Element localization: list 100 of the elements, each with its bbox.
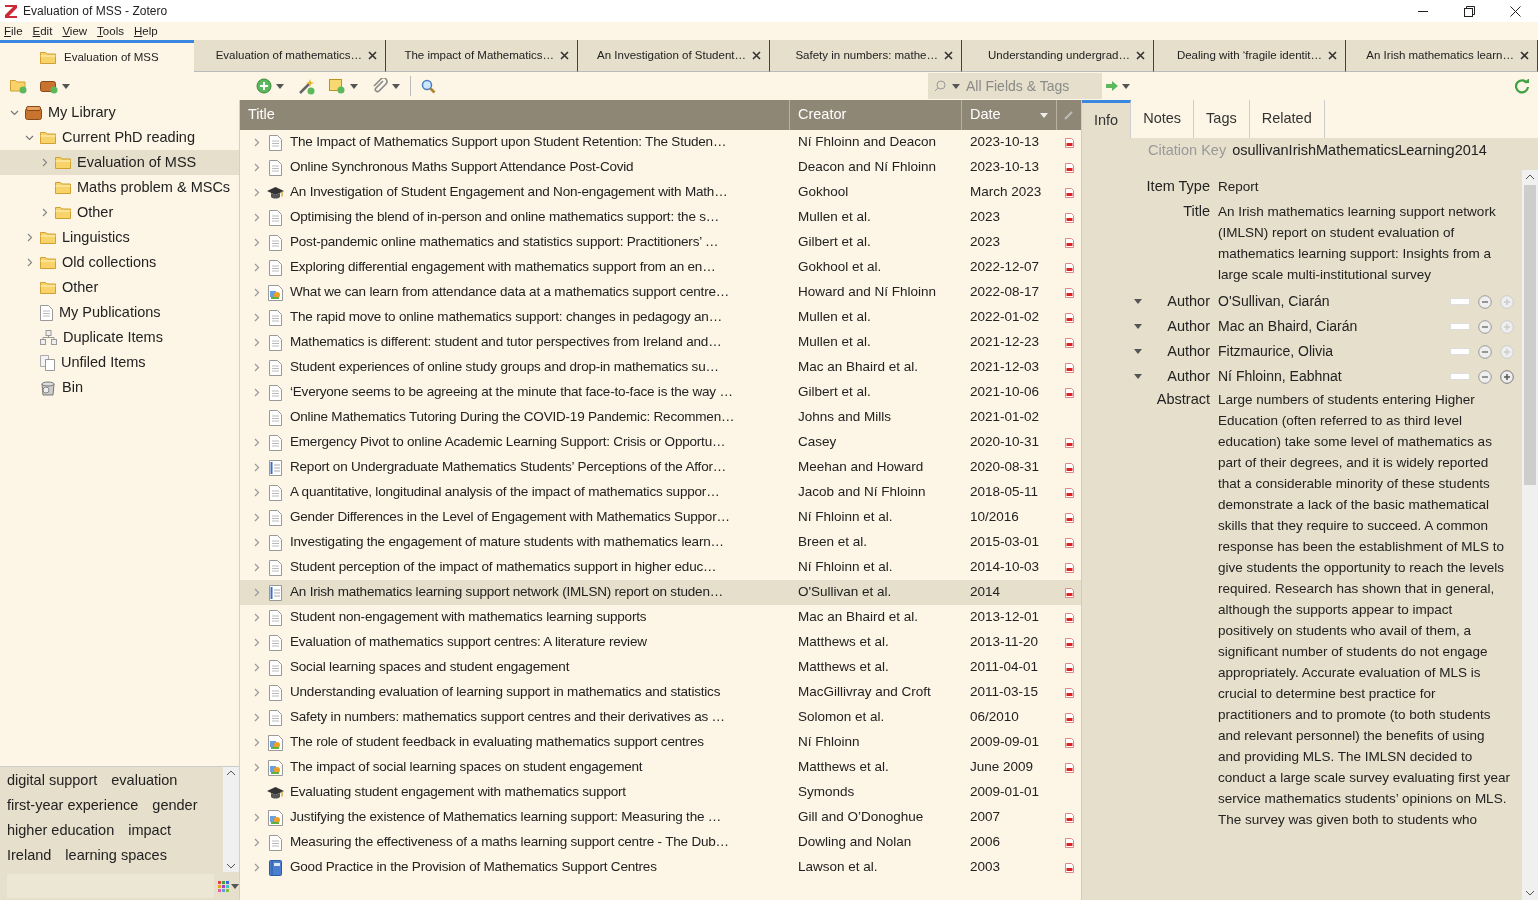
field-label[interactable]: Author [1167, 315, 1210, 338]
expand-chevron-icon[interactable] [252, 313, 261, 322]
expand-chevron-icon[interactable] [25, 233, 34, 242]
item-row[interactable]: Evaluating student engagement with mathematics support Symonds 2009-01-01 [240, 780, 1081, 805]
item-row[interactable]: Good Practice in the Provision of Mathematics Support Centres Lawson et al. 2003 [240, 855, 1081, 880]
pdf-icon[interactable] [1064, 587, 1074, 598]
item-row[interactable]: An Irish mathematics learning support network (IMLSN) report on studen… O'Sullivan et al. 2014 [240, 580, 1081, 605]
search-field[interactable]: All Fields & Tags [966, 75, 1086, 97]
tab[interactable]: Understanding undergrad… [962, 40, 1154, 72]
tag-item[interactable]: digital support [7, 768, 98, 793]
tab[interactable]: The impact of Mathematics… [386, 40, 578, 72]
item-row[interactable]: The impact of social learning spaces on student engagement Matthews et al. June 2009 [240, 755, 1081, 780]
expand-chevron-icon[interactable] [252, 663, 261, 672]
expand-chevron-icon[interactable] [252, 188, 261, 197]
tab[interactable]: Safety in numbers: mathe… [770, 40, 962, 72]
pdf-icon[interactable] [1064, 512, 1074, 523]
expand-chevron-icon[interactable] [40, 208, 49, 217]
expand-chevron-icon[interactable] [252, 463, 261, 472]
tag-item[interactable]: first-year experience [7, 793, 139, 818]
item-row[interactable]: Safety in numbers: mathematics support centres and their derivatives as … Solomon et al. 06/2010 [240, 705, 1081, 730]
item-row[interactable]: Evaluation of mathematics support centres: A literature review Matthews et al. 2013-11-20 [240, 630, 1081, 655]
close-tab-icon[interactable] [944, 51, 953, 60]
pdf-icon[interactable] [1064, 237, 1074, 248]
close-tab-icon[interactable] [1520, 51, 1529, 60]
pdf-icon[interactable] [1064, 462, 1074, 473]
expand-chevron-icon[interactable] [252, 538, 261, 547]
collapse-chevron-icon[interactable] [25, 133, 34, 142]
pdf-icon[interactable] [1064, 537, 1074, 548]
expand-chevron-icon[interactable] [252, 513, 261, 522]
tab[interactable]: Notes [1131, 100, 1195, 138]
scroll-up-icon[interactable] [1526, 174, 1534, 179]
item-row[interactable]: Investigating the engagement of mature students with mathematics learn… Breen et al. 2015-03-01 [240, 530, 1081, 555]
field-mode-toggle[interactable] [1450, 323, 1470, 330]
expand-chevron-icon[interactable] [252, 363, 261, 372]
pdf-icon[interactable] [1064, 837, 1074, 848]
menu-item[interactable]: File [0, 23, 27, 39]
tag-item[interactable]: Ireland [7, 843, 52, 868]
menu-item[interactable]: Tools [93, 23, 128, 39]
expand-chevron-icon[interactable] [252, 688, 261, 697]
scrollbar-thumb[interactable] [1524, 185, 1536, 485]
collection-item[interactable]: Current PhD reading [0, 125, 239, 150]
expand-chevron-icon[interactable] [252, 263, 261, 272]
expand-chevron-icon[interactable] [252, 838, 261, 847]
field-value[interactable]: Large numbers of students entering Higher Education (often referred to as third level education) take some level of mathematics as part of their degrees, and it is widely reported that a considerable minority of these students demonstrate a lack of the basic mathematical skills that they require to succeed. A common response has been the establishment of MLS to give students the opportunity to reach the levels required. Research has shown that in general, although the supports appear to impact positively on students who avail of them, a significant number of students do not engage appropriately. Accurate evaluation of MLS is crucial to determine best practice for practitioners and to promote (to both students and relevant personnel) the benefits of using and providing MLS. The IMLSN decided to conduct a large scale survey evaluating first year service mathematics students’ opinions on MLS. The survey was given both to students who [1218, 389, 1510, 830]
item-row[interactable]: An Investigation of Student Engagement and Non-engagement with Math… Gokhool March 2023 [240, 180, 1081, 205]
expand-chevron-icon[interactable] [252, 288, 261, 297]
tab[interactable]: Dealing with ‘fragile identit… [1154, 40, 1346, 72]
expand-chevron-icon[interactable] [252, 438, 261, 447]
item-row[interactable]: Measuring the effectiveness of a maths learning support centre - The Dub… Dowling and Nolan 2006 [240, 830, 1081, 855]
pdf-icon[interactable] [1064, 712, 1074, 723]
field-mode-toggle[interactable] [1450, 298, 1470, 305]
item-row[interactable]: Exploring differential engagement with mathematics support from an en… Gokhool et al. 2022-12-07 [240, 255, 1081, 280]
pdf-icon[interactable] [1064, 637, 1074, 648]
field-label[interactable]: Author [1167, 340, 1210, 363]
menu-item[interactable]: Edit [28, 23, 57, 39]
expand-chevron-icon[interactable] [252, 563, 261, 572]
item-row[interactable]: What we can learn from attendance data at a mathematics support centre… Howard and Ní Fhloinn 2022-08-17 [240, 280, 1081, 305]
item-row[interactable]: Student experiences of online study groups and drop-in mathematics su… Mac an Bhaird et al. 2021-12-03 [240, 355, 1081, 380]
collection-item[interactable]: My Publications [0, 300, 239, 325]
close-tab-icon[interactable] [1328, 51, 1337, 60]
collapse-chevron-icon[interactable] [10, 108, 19, 117]
expand-chevron-icon[interactable] [252, 238, 261, 247]
scroll-up-icon[interactable] [227, 770, 235, 775]
field-value[interactable]: Report [1218, 176, 1510, 197]
close-tab-icon[interactable] [1136, 51, 1145, 60]
citation-key-value[interactable]: osullivanIrishMathematicsLearning2014 [1232, 140, 1487, 162]
tab[interactable]: Tags [1194, 100, 1250, 138]
tab[interactable]: Info [1082, 100, 1132, 138]
field-mode-toggle[interactable] [1450, 373, 1470, 380]
item-row[interactable]: Mathematics is different: student and tutor perspectives from Ireland and… Mullen et al. 2021-12-23 [240, 330, 1081, 355]
author-name[interactable]: Mac an Bhaird, Ciarán [1218, 316, 1358, 337]
collection-item[interactable]: Evaluation of MSS [0, 150, 239, 175]
tag-item[interactable]: gender [152, 793, 198, 818]
expand-chevron-icon[interactable] [252, 813, 261, 822]
tag-item[interactable]: impact [128, 818, 171, 843]
collection-item[interactable]: Old collections [0, 250, 239, 275]
expand-chevron-icon[interactable] [25, 258, 34, 267]
menu-item[interactable]: View [58, 23, 92, 39]
expand-chevron-icon[interactable] [252, 638, 261, 647]
close-tab-icon[interactable] [752, 51, 761, 60]
close-tab-icon[interactable] [560, 51, 569, 60]
collection-item[interactable]: Unfiled Items [0, 350, 239, 375]
expand-chevron-icon[interactable] [252, 488, 261, 497]
add-author-icon[interactable] [1500, 369, 1514, 384]
scrollbar[interactable] [223, 767, 239, 872]
item-row[interactable]: ‘Everyone seems to be agreeing at the minute that face-to-face is the way … Gilbert et al. 2021-10-06 [240, 380, 1081, 405]
author-name[interactable]: Ní Fhloinn, Eabhnat [1218, 366, 1342, 387]
pdf-icon[interactable] [1064, 362, 1074, 373]
remove-author-icon[interactable] [1478, 344, 1492, 359]
pdf-icon[interactable] [1064, 812, 1074, 823]
remove-author-icon[interactable] [1478, 369, 1492, 384]
expand-chevron-icon[interactable] [252, 388, 261, 397]
field-label[interactable]: Author [1167, 290, 1210, 313]
scroll-down-icon[interactable] [1526, 891, 1534, 896]
field-value[interactable]: An Irish mathematics learning support network (IMLSN) report on student evaluation of mathematics learning support: Insights from a large scale multi-institutional survey [1218, 201, 1510, 285]
pdf-icon[interactable] [1064, 562, 1074, 573]
pdf-icon[interactable] [1064, 337, 1074, 348]
menu-item[interactable]: Help [129, 23, 162, 39]
item-row[interactable]: Justifying the existence of Mathematics learning support: Measuring the … Gill and O’Donoghue 2007 [240, 805, 1081, 830]
collection-item[interactable]: Linguistics [0, 225, 239, 250]
